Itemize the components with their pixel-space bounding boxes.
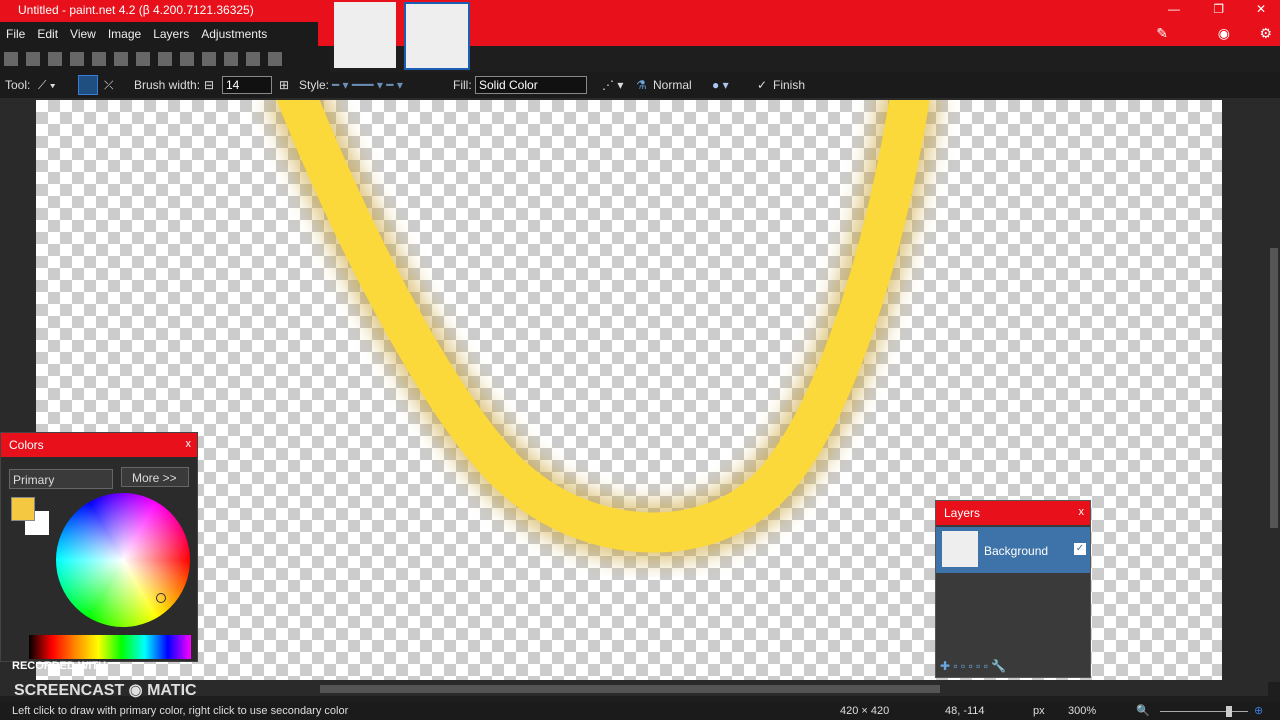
layers-close-button[interactable]: x: [1079, 506, 1085, 518]
zoom-slider[interactable]: [1160, 706, 1248, 717]
menu-edit[interactable]: Edit: [31, 22, 64, 41]
image-thumbnail-1[interactable]: [334, 2, 396, 68]
status-hint: Left click to draw with primary color, r…: [12, 705, 349, 717]
menu-file[interactable]: File: [0, 22, 31, 41]
layer-visibility-checkbox[interactable]: ✓: [1074, 543, 1086, 555]
color-wheel[interactable]: [56, 493, 190, 627]
tool-options-bar: Tool: ⟋ ▾ ⤫ Brush width: ⊟ 14 ⊞ Style: ━…: [0, 72, 1280, 98]
tools-icon[interactable]: ✎: [1156, 25, 1168, 42]
open-icon[interactable]: [26, 52, 40, 66]
antialias-icon[interactable]: ⋰ ▾: [602, 78, 623, 92]
spline-mode-icon[interactable]: [78, 75, 98, 95]
watermark: SCREENCAST ◉ MATIC: [14, 682, 197, 699]
cut-icon[interactable]: [92, 52, 106, 66]
units-select[interactable]: px: [1033, 705, 1045, 717]
palette-icon[interactable]: ◉: [1218, 25, 1230, 42]
zoom-in-icon[interactable]: ⊕: [1254, 704, 1263, 717]
restore-button[interactable]: ❐: [1213, 2, 1224, 16]
paste-icon[interactable]: [136, 52, 150, 66]
minimize-button[interactable]: —: [1168, 2, 1180, 16]
watermark-line3: MATIC: [147, 682, 197, 699]
layer-thumbnail: [942, 531, 978, 567]
bezier-mode-icon[interactable]: ⤫: [104, 78, 114, 93]
brush-width-input[interactable]: 14: [222, 76, 272, 94]
zoom-level[interactable]: 300%: [1068, 705, 1096, 717]
layer-properties-icon[interactable]: 🔧: [991, 659, 1006, 673]
fill-select[interactable]: Solid Color: [475, 76, 587, 94]
grid-icon[interactable]: [246, 52, 260, 66]
menu-view[interactable]: View: [64, 22, 102, 41]
style-label: Style:: [299, 78, 330, 92]
image-thumbnail-2[interactable]: [404, 2, 470, 70]
status-bar: Left click to draw with primary color, r…: [0, 702, 1280, 720]
zoom-slider-thumb[interactable]: [1225, 706, 1232, 717]
color-mode-select[interactable]: Primary: [9, 469, 113, 489]
colors-panel-header: Colors x: [1, 433, 197, 457]
layers-panel-header: Layers x: [936, 501, 1090, 525]
brush-width-label: Brush width:: [134, 78, 201, 92]
close-button[interactable]: ✕: [1256, 2, 1266, 16]
save-icon[interactable]: [48, 52, 62, 66]
line-style-dropdown[interactable]: ━ ▾ ━━━ ▾ ━ ▾: [332, 78, 403, 92]
more-colors-button[interactable]: More >>: [121, 467, 189, 487]
add-layer-icon[interactable]: ✚: [940, 659, 950, 673]
colors-close-button[interactable]: x: [186, 438, 192, 450]
primary-color-swatch[interactable]: [11, 497, 35, 521]
layers-panel: Layers x Background ✓ ✚ ▫ ▫ ▫ ▫ ▫ 🔧: [935, 500, 1091, 678]
layer-row[interactable]: Background ✓: [936, 527, 1090, 573]
copy-icon[interactable]: [114, 52, 128, 66]
color-wheel-handle[interactable]: [156, 593, 166, 603]
deselect-icon[interactable]: [180, 52, 194, 66]
image-size: 420 × 420: [840, 705, 890, 717]
menu-image[interactable]: Image: [102, 22, 147, 41]
layer-toolbar: ✚ ▫ ▫ ▫ ▫ ▫ 🔧: [940, 659, 1007, 673]
undo-icon[interactable]: [202, 52, 216, 66]
palette-strip[interactable]: [29, 635, 191, 659]
ruler-icon[interactable]: [268, 52, 282, 66]
watermark-line2: SCREENCAST: [14, 682, 125, 699]
increase-width-button[interactable]: ⊞: [279, 78, 289, 92]
cursor-position: 48, -114: [945, 705, 985, 717]
blend-mode-dropdown[interactable]: Normal: [653, 78, 692, 92]
blend-mode-icon[interactable]: ⚗: [636, 78, 647, 92]
finish-check-icon: ✓: [757, 78, 768, 92]
title-bar: Untitled - paint.net 4.2 (β 4.200.7121.3…: [0, 0, 1280, 22]
main-toolbar: [0, 46, 330, 72]
colors-title: Colors: [9, 438, 44, 452]
colors-panel: Colors x Primary More >>: [0, 432, 198, 662]
redo-icon[interactable]: [224, 52, 238, 66]
zoom-out-icon[interactable]: 🔍: [1136, 704, 1150, 717]
layers-title: Layers: [944, 506, 981, 520]
curve-tool-icon[interactable]: ⟋ ▾: [38, 78, 56, 93]
layer-name: Background: [984, 544, 1049, 558]
window-title: Untitled - paint.net 4.2 (β 4.200.7121.3…: [18, 3, 254, 17]
settings-icon[interactable]: ⚙: [1259, 25, 1272, 42]
menu-layers[interactable]: Layers: [147, 22, 195, 41]
tool-label: Tool:: [5, 78, 31, 92]
decrease-width-button[interactable]: ⊟: [204, 78, 214, 92]
menu-adjustments[interactable]: Adjustments: [195, 22, 273, 41]
new-icon[interactable]: [4, 52, 18, 66]
print-icon[interactable]: [70, 52, 84, 66]
alpha-blending-icon[interactable]: ● ▾: [712, 78, 729, 92]
finish-button[interactable]: Finish: [773, 78, 805, 92]
menu-bar: FileEditViewImageLayersAdjustmentsEffect…: [0, 22, 318, 60]
vertical-scrollbar[interactable]: [1268, 98, 1280, 682]
watermark-line1: RECORDED WITH: [12, 660, 107, 672]
crop-icon[interactable]: [158, 52, 172, 66]
fill-label: Fill:: [453, 78, 472, 92]
